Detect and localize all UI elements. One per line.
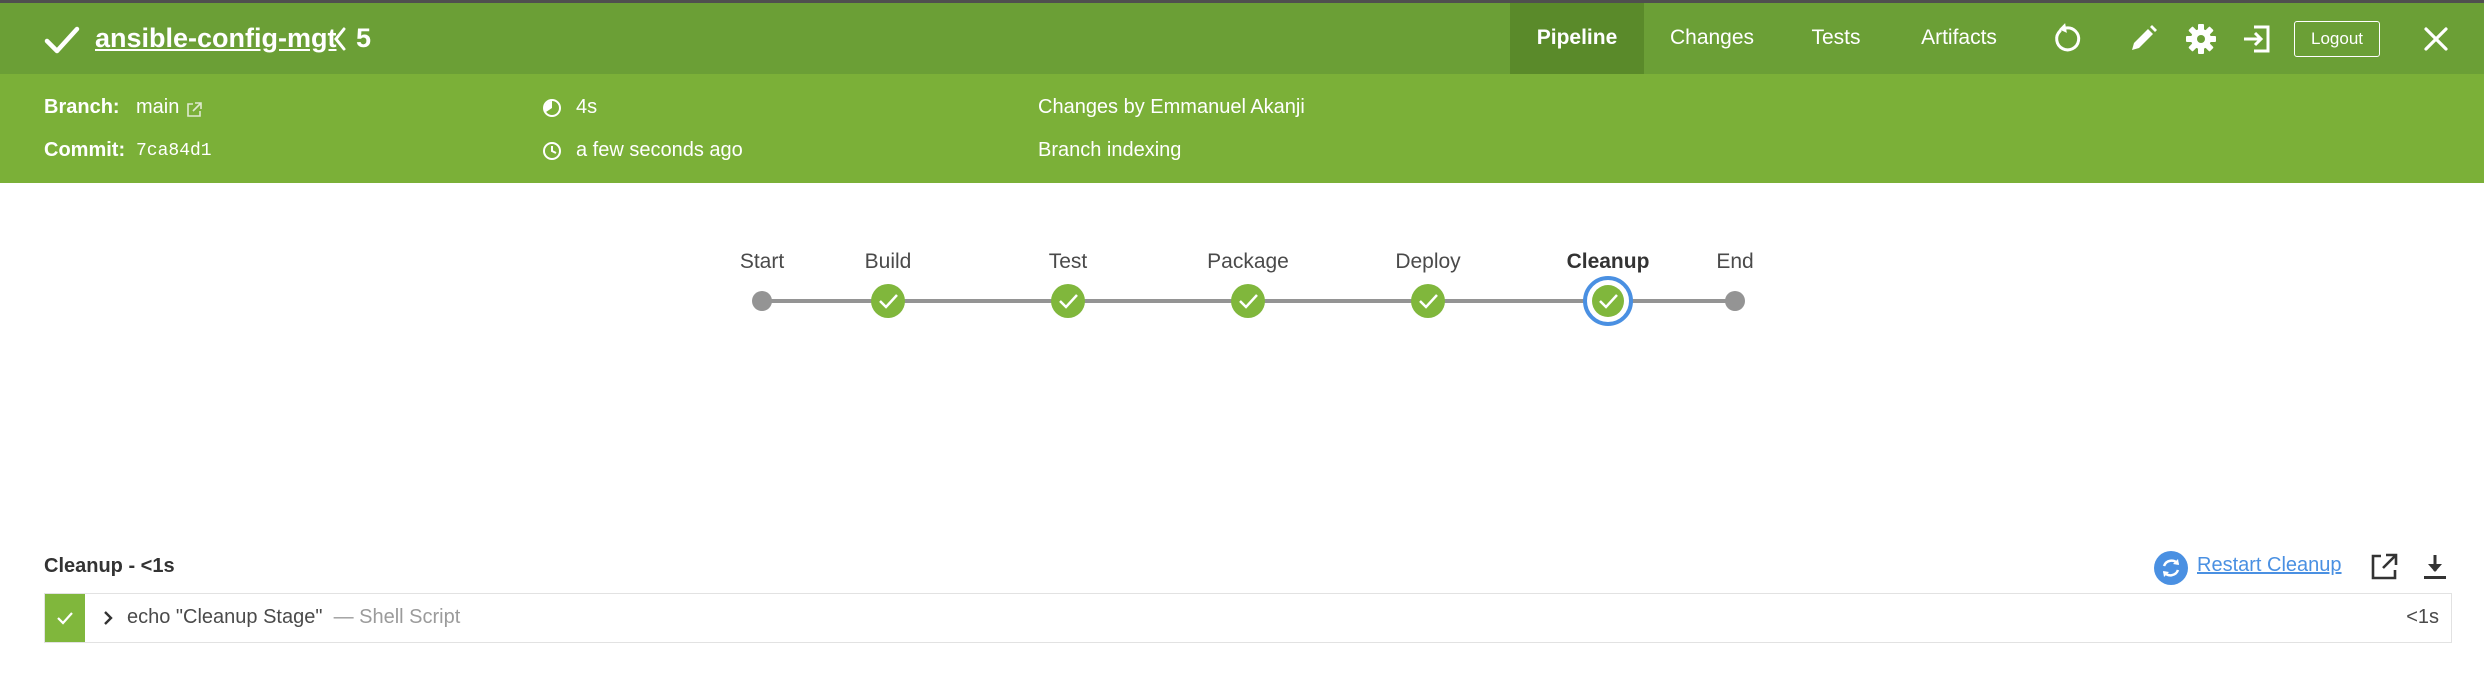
stage-node-cleanup[interactable] [1583, 276, 1633, 326]
exit-classic-icon[interactable] [2240, 22, 2274, 56]
stage-label-package[interactable]: Package [1207, 250, 1289, 274]
stage-label-test[interactable]: Test [1049, 250, 1088, 274]
tab-tests[interactable]: Tests [1780, 3, 1892, 74]
stage-log-title: Cleanup - <1s [44, 555, 175, 577]
edit-icon[interactable] [2126, 22, 2160, 56]
close-icon[interactable] [2419, 22, 2453, 56]
step-command: echo "Cleanup Stage" [127, 606, 323, 628]
branch-value: main [136, 96, 180, 118]
chevron-left-icon [334, 27, 346, 51]
stage-node-deploy[interactable] [1411, 284, 1445, 318]
changes-by: Changes by Emmanuel Akanji [1038, 96, 1305, 118]
external-link-icon[interactable] [185, 101, 203, 119]
stage-label-deploy[interactable]: Deploy [1395, 250, 1460, 274]
tab-pipeline[interactable]: Pipeline [1510, 3, 1644, 74]
duration-value: 4s [576, 96, 598, 118]
build-cause: Branch indexing [1038, 139, 1182, 161]
stage-label-build[interactable]: Build [865, 250, 912, 274]
tab-artifacts[interactable]: Artifacts [1892, 3, 2026, 74]
stage-node-test[interactable] [1051, 284, 1085, 318]
check-icon [57, 612, 73, 625]
pipeline-graph: Start Build Test Package Deploy Cleanup … [0, 183, 2484, 483]
log-step-row[interactable]: echo "Cleanup Stage" — Shell Script <1s [44, 593, 2452, 643]
stage-label-start: Start [739, 250, 785, 273]
stage-label-cleanup[interactable]: Cleanup [1567, 250, 1650, 274]
pipeline-graph-svg [752, 276, 1745, 326]
stage-node-package[interactable] [1231, 284, 1265, 318]
time-ago: a few seconds ago [576, 139, 743, 161]
step-description: echo "Cleanup Stage" — Shell Script [127, 606, 460, 629]
success-check-icon [44, 26, 80, 54]
replay-icon[interactable] [2049, 22, 2083, 56]
run-details-bar: Branch: main Commit: 7ca84d1 4s a few se… [0, 74, 2484, 183]
step-duration: <1s [2406, 606, 2439, 628]
step-status-success [45, 594, 85, 642]
chevron-right-icon[interactable] [101, 609, 115, 627]
end-node [1725, 291, 1745, 311]
stage-node-build[interactable] [871, 284, 905, 318]
step-type: — Shell Script [333, 606, 461, 628]
branch-label: Branch: [44, 96, 120, 118]
commit-label: Commit: [44, 139, 126, 161]
open-external-icon[interactable] [2369, 552, 2399, 582]
logout-button[interactable]: Logout [2294, 21, 2380, 57]
download-icon[interactable] [2420, 552, 2450, 582]
duration-icon [543, 99, 561, 117]
top-bar: ansible-config-mgt 5 Pipeline Changes Te… [0, 0, 2484, 74]
settings-icon[interactable] [2184, 22, 2218, 56]
restart-stage-link[interactable]: Restart Cleanup [2197, 554, 2342, 577]
clock-icon [543, 142, 561, 160]
commit-value: 7ca84d1 [136, 141, 212, 161]
stage-label-end: End [1716, 250, 1754, 273]
run-number: 5 [356, 23, 372, 53]
tab-changes[interactable]: Changes [1644, 3, 1780, 74]
job-name-link[interactable]: ansible-config-mgt [95, 23, 337, 54]
restart-icon[interactable] [2153, 550, 2189, 586]
start-node [752, 291, 772, 311]
